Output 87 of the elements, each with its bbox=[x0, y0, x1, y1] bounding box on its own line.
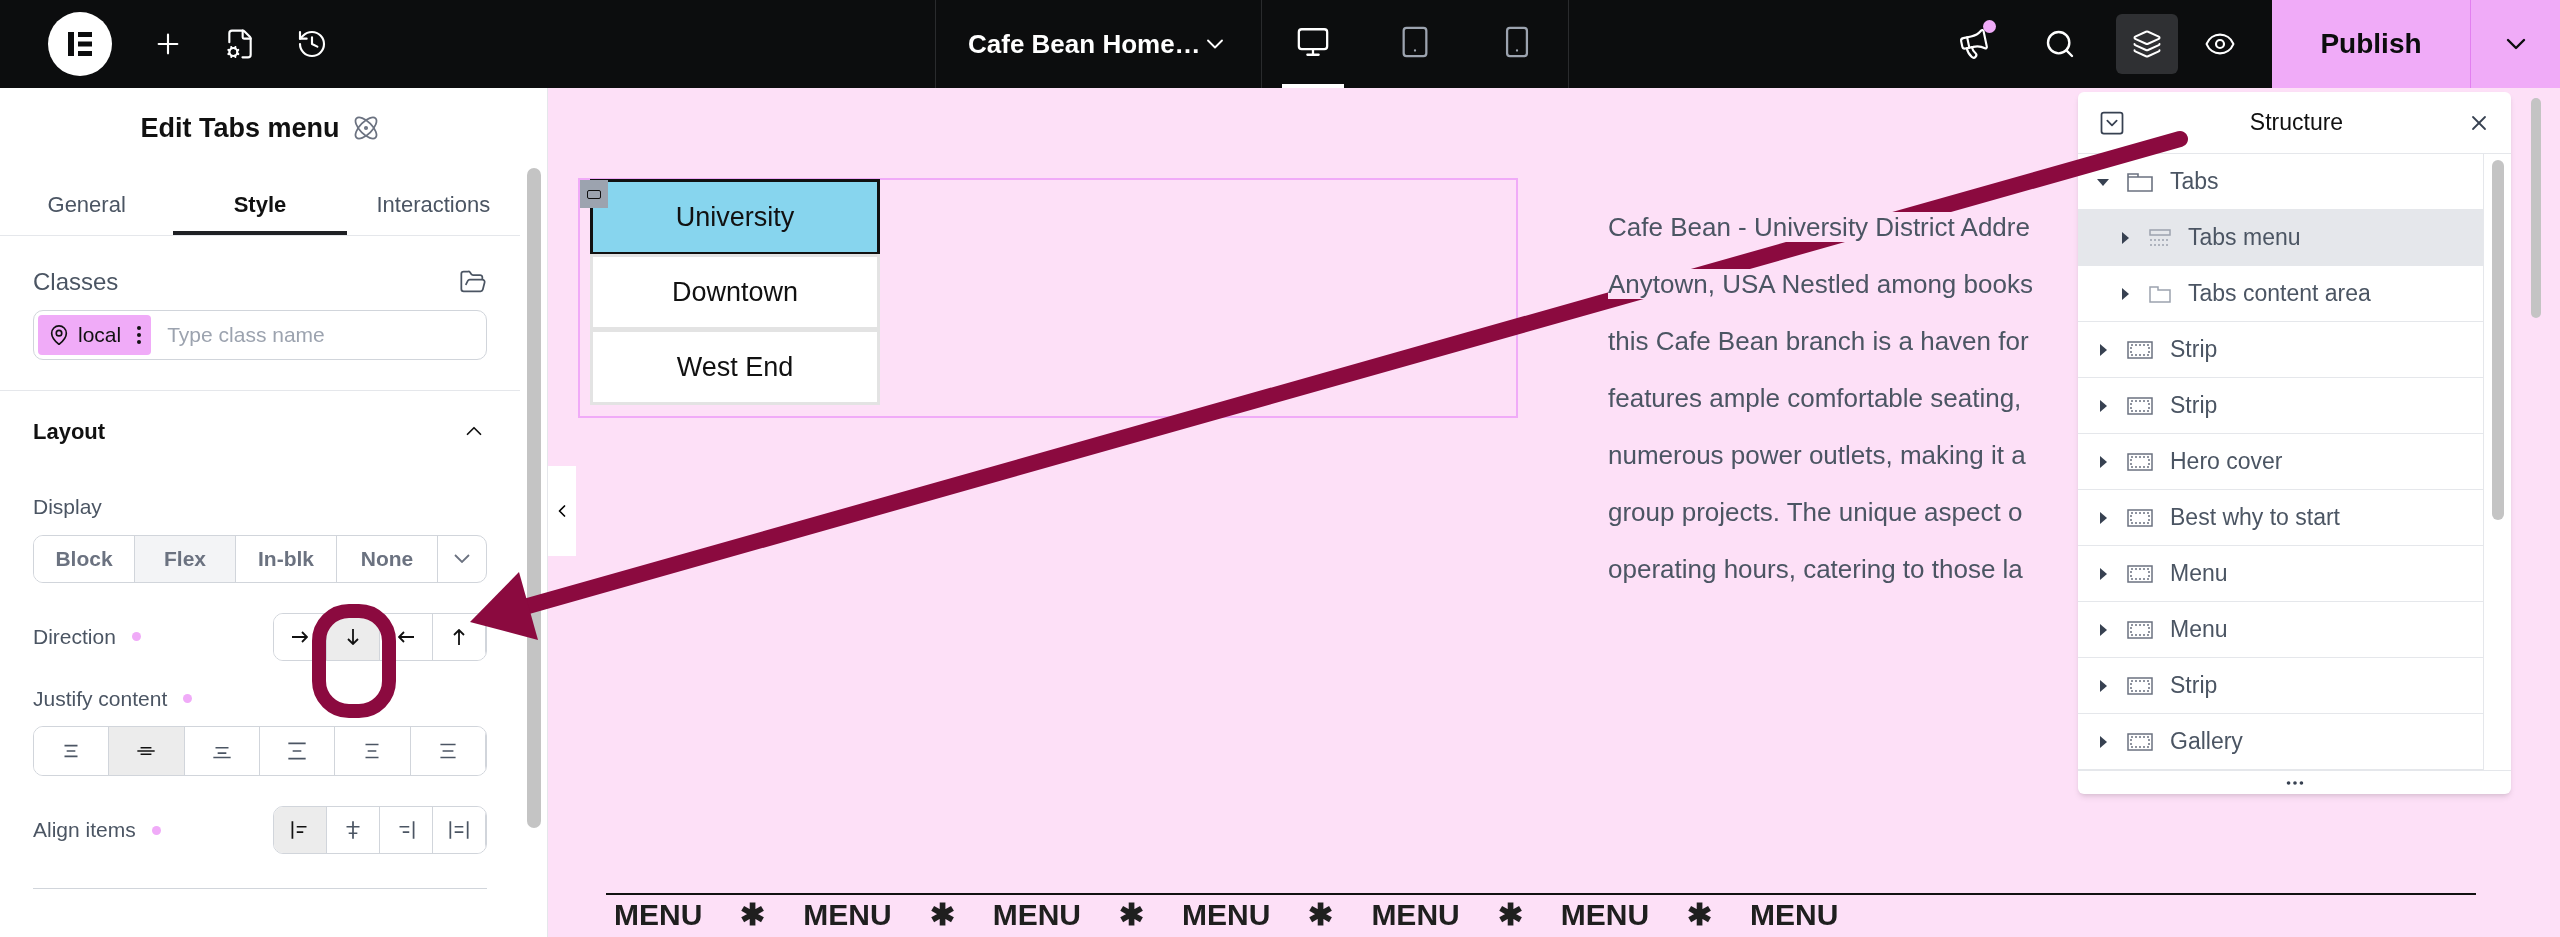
section-icon bbox=[2126, 675, 2154, 696]
tabs-widget[interactable]: University Downtown West End bbox=[578, 178, 1518, 418]
section-icon bbox=[2126, 451, 2154, 472]
section-header[interactable]: Layout bbox=[33, 391, 487, 471]
classes-label: Classes bbox=[33, 267, 119, 297]
collapse-handle[interactable] bbox=[548, 465, 576, 556]
panel-tab[interactable]: Style bbox=[173, 168, 347, 235]
layers-icon bbox=[2132, 29, 2162, 59]
page-tab[interactable]: West End bbox=[590, 329, 880, 405]
class-input[interactable]: Type class name bbox=[167, 319, 482, 351]
panel-tab[interactable]: General bbox=[0, 168, 174, 235]
widget-handle-icon[interactable] bbox=[580, 180, 608, 208]
marquee-text: MENU bbox=[1750, 897, 1839, 933]
structure-item[interactable]: Tabs menu bbox=[2078, 210, 2483, 266]
display-label: Display bbox=[33, 494, 103, 520]
structure-scrollbar[interactable] bbox=[2491, 160, 2504, 520]
structure-item[interactable]: Gallery bbox=[2078, 714, 2483, 770]
class-chip[interactable]: local bbox=[38, 315, 152, 355]
panel-tab[interactable]: Interactions bbox=[346, 168, 520, 235]
structure-label: Strip bbox=[2170, 671, 2218, 701]
marquee-text: ✱ bbox=[740, 897, 766, 933]
structure-item[interactable]: Tabs bbox=[2078, 154, 2483, 210]
structure-item[interactable]: Strip bbox=[2078, 378, 2483, 434]
scrollbar[interactable] bbox=[526, 168, 541, 828]
arrow-down-icon bbox=[347, 628, 359, 645]
folder-icon bbox=[2148, 283, 2172, 304]
page-title-dropdown[interactable]: Cafe Bean Home… bbox=[935, 0, 1262, 88]
structure-label: Strip bbox=[2170, 335, 2218, 365]
structure-label: Menu bbox=[2170, 559, 2228, 589]
section-icon bbox=[2126, 507, 2154, 528]
section-icon bbox=[2126, 339, 2154, 360]
marquee-text: MENU bbox=[1371, 897, 1460, 933]
section-icon bbox=[2126, 731, 2154, 752]
marquee-text: MENU bbox=[992, 897, 1082, 933]
display-option[interactable]: Flex bbox=[135, 535, 236, 582]
structure-item[interactable]: Strip bbox=[2078, 658, 2483, 714]
align-option[interactable] bbox=[274, 807, 327, 853]
page-tab[interactable]: University bbox=[590, 179, 880, 255]
marquee-text: ✱ bbox=[929, 897, 955, 933]
tabs-menu-icon bbox=[2148, 227, 2172, 248]
more-icon bbox=[137, 326, 142, 344]
marquee-text: MENU bbox=[614, 897, 703, 933]
search-icon[interactable] bbox=[2044, 28, 2076, 60]
structure-label: Strip bbox=[2170, 391, 2218, 421]
marquee-text: ✱ bbox=[1687, 897, 1713, 933]
marquee-text: MENU bbox=[1182, 897, 1271, 933]
marquee-text: MENU bbox=[803, 897, 892, 933]
structure-label: Tabs content area bbox=[2188, 279, 2371, 309]
structure-item[interactable]: Hero cover bbox=[2078, 434, 2483, 490]
marquee-text: MENU bbox=[1560, 897, 1650, 933]
structure-item[interactable]: Menu bbox=[2078, 546, 2483, 602]
structure-toggle[interactable] bbox=[2116, 14, 2178, 74]
history-icon[interactable] bbox=[296, 28, 328, 60]
marquee-text: ✱ bbox=[1497, 897, 1523, 933]
display-option[interactable]: Block bbox=[34, 535, 135, 582]
pin-icon bbox=[48, 324, 70, 346]
section-icon bbox=[2126, 563, 2154, 584]
publish-button[interactable]: Publish bbox=[2272, 0, 2470, 88]
arrow-right-icon bbox=[292, 630, 308, 643]
section-icon bbox=[2126, 395, 2154, 416]
page-tab[interactable]: Downtown bbox=[590, 254, 880, 330]
structure-label: Gallery bbox=[2170, 727, 2243, 757]
arrow-left-icon bbox=[398, 630, 414, 643]
structure-label: Hero cover bbox=[2170, 447, 2283, 477]
structure-item[interactable]: Menu bbox=[2078, 602, 2483, 658]
desktop-icon bbox=[1296, 25, 1330, 59]
chevron-down-icon bbox=[454, 554, 470, 563]
structure-title: Structure bbox=[2249, 108, 2344, 138]
structure-label: Best why to start bbox=[2170, 503, 2340, 533]
justify-label: Justify content bbox=[33, 685, 168, 712]
structure-label: Tabs bbox=[2170, 167, 2219, 197]
structure-label: Menu bbox=[2170, 615, 2228, 645]
arrow-up-icon bbox=[453, 628, 465, 645]
panel-title: Edit Tabs menu bbox=[140, 111, 340, 145]
marquee-text: ✱ bbox=[1119, 897, 1145, 933]
structure-item[interactable]: Best why to start bbox=[2078, 490, 2483, 546]
page-scrollbar[interactable] bbox=[2530, 98, 2541, 318]
structure-item[interactable]: Tabs content area bbox=[2078, 266, 2483, 322]
section-icon bbox=[2126, 619, 2154, 640]
marquee-text: ✱ bbox=[1308, 897, 1334, 933]
folder-icon bbox=[2126, 170, 2154, 193]
direction-label: Direction bbox=[33, 623, 116, 650]
structure-item[interactable]: Strip bbox=[2078, 322, 2483, 378]
structure-label: Tabs menu bbox=[2188, 223, 2301, 253]
classes-field[interactable]: local Type class name bbox=[33, 310, 487, 360]
justify-option[interactable] bbox=[109, 727, 185, 775]
align-label: Align items bbox=[33, 817, 136, 844]
